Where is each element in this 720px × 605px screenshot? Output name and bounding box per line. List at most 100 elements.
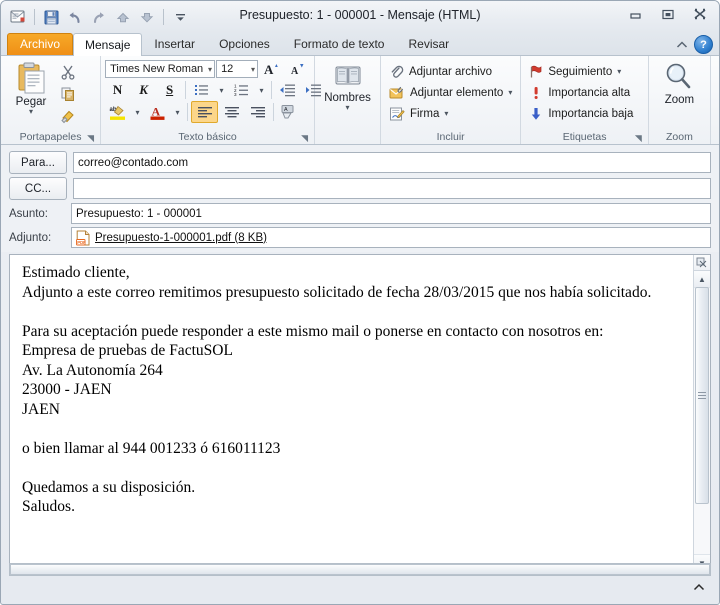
collapse-ribbon-icon[interactable] bbox=[675, 39, 689, 51]
bold-button[interactable]: N bbox=[105, 80, 130, 100]
ribbon-tabs: Archivo Mensaje Insertar Opciones Format… bbox=[1, 33, 719, 56]
attach-file-item[interactable]: Adjuntar archivo bbox=[385, 61, 496, 82]
split-window-handle[interactable] bbox=[694, 255, 710, 271]
low-importance-icon bbox=[529, 106, 543, 121]
signature-item[interactable]: Firma ▾ bbox=[385, 103, 452, 124]
font-name-value: Times New Roman bbox=[110, 63, 204, 75]
cut-icon[interactable] bbox=[57, 61, 79, 82]
attachment-row: Adjunto: PDF Presupuesto-1-000001.pdf (8… bbox=[9, 227, 711, 248]
grow-font-icon[interactable]: A bbox=[259, 59, 284, 79]
signature-caret-icon[interactable]: ▾ bbox=[444, 110, 448, 118]
etiquetas-dialog-launcher[interactable]: ◥ bbox=[634, 134, 643, 143]
align-right-button[interactable] bbox=[245, 102, 270, 122]
highlight-color-icon[interactable]: ab bbox=[105, 102, 130, 122]
minimize-button[interactable] bbox=[621, 4, 651, 24]
qat-separator-1 bbox=[34, 9, 35, 25]
subject-field[interactable]: Presupuesto: 1 - 000001 bbox=[71, 203, 711, 224]
group-label-nombres: Nombres bbox=[319, 130, 376, 144]
align-left-button[interactable] bbox=[191, 101, 219, 123]
high-importance-item[interactable]: Importancia alta bbox=[525, 82, 634, 103]
shrink-font-icon[interactable]: A bbox=[285, 59, 310, 79]
svg-text:A: A bbox=[264, 62, 274, 77]
previous-item-icon[interactable] bbox=[112, 7, 134, 27]
align-center-button[interactable] bbox=[219, 102, 244, 122]
app-menu-icon[interactable] bbox=[7, 7, 29, 27]
message-body-area[interactable]: Estimado cliente, Adjunto a este correo … bbox=[9, 254, 711, 572]
group-label-zoom: Zoom bbox=[653, 130, 706, 144]
tab-formato-de-texto[interactable]: Formato de texto bbox=[282, 33, 397, 55]
paste-button[interactable]: Pegar ▾ bbox=[5, 59, 57, 116]
texto-basico-dialog-launcher[interactable]: ◥ bbox=[300, 134, 309, 143]
save-icon[interactable] bbox=[40, 7, 62, 27]
to-button[interactable]: Para... bbox=[9, 151, 67, 174]
undo-icon[interactable] bbox=[64, 7, 86, 27]
cc-button[interactable]: CC... bbox=[9, 177, 67, 200]
font-size-caret-icon[interactable]: ▾ bbox=[248, 65, 255, 74]
customize-qat-icon[interactable] bbox=[169, 7, 191, 27]
portapapeles-dialog-launcher[interactable]: ◥ bbox=[86, 134, 95, 143]
ribbon-group-etiquetas: Seguimiento ▾ Importancia alta Importanc… bbox=[521, 56, 649, 144]
font-size-combo[interactable]: 12 ▾ bbox=[216, 60, 259, 78]
tab-revisar[interactable]: Revisar bbox=[396, 33, 461, 55]
to-field[interactable]: correo@contado.com bbox=[73, 152, 711, 173]
tab-archivo[interactable]: Archivo bbox=[7, 33, 74, 55]
tab-mensaje[interactable]: Mensaje bbox=[73, 33, 143, 56]
expand-up-chevron-icon[interactable] bbox=[693, 583, 705, 592]
follow-up-item[interactable]: Seguimiento ▾ bbox=[525, 61, 625, 82]
high-importance-icon bbox=[529, 85, 543, 100]
svg-text:3: 3 bbox=[234, 92, 237, 97]
names-caret-icon[interactable]: ▾ bbox=[346, 104, 350, 112]
font-name-caret-icon[interactable]: ▾ bbox=[205, 65, 212, 74]
scroll-up-arrow[interactable]: ▲ bbox=[694, 271, 710, 288]
underline-button[interactable]: S bbox=[157, 80, 182, 100]
attachment-field[interactable]: PDF Presupuesto-1-000001.pdf (8 KB) bbox=[71, 227, 711, 248]
cc-field[interactable] bbox=[73, 178, 711, 199]
format-painter-icon[interactable] bbox=[57, 105, 79, 126]
ribbon-group-zoom: Zoom Zoom bbox=[649, 56, 711, 144]
follow-up-caret-icon[interactable]: ▾ bbox=[617, 68, 621, 76]
vertical-scroll-thumb[interactable] bbox=[695, 287, 709, 504]
attachment-file-name[interactable]: Presupuesto-1-000001.pdf (8 KB) bbox=[95, 232, 267, 244]
svg-text:A: A bbox=[291, 66, 299, 77]
italic-button[interactable]: K bbox=[131, 80, 156, 100]
attach-item-caret-icon[interactable]: ▾ bbox=[508, 89, 512, 97]
group-label-incluir-text: Incluir bbox=[436, 131, 465, 143]
clear-formatting-icon[interactable]: A bbox=[277, 102, 302, 122]
italic-label: K bbox=[139, 82, 148, 97]
body-horizontal-scrollbar[interactable] bbox=[9, 563, 711, 576]
bullets-icon[interactable] bbox=[189, 80, 214, 100]
zoom-button[interactable]: Zoom bbox=[653, 59, 705, 106]
font-size-value: 12 bbox=[221, 63, 234, 75]
signature-label: Firma bbox=[409, 107, 440, 120]
bullets-caret-icon[interactable]: ▾ bbox=[215, 80, 228, 100]
copy-icon[interactable] bbox=[57, 83, 79, 104]
body-vertical-scrollbar[interactable]: ▲ ▼ bbox=[693, 255, 710, 571]
low-importance-item[interactable]: Importancia baja bbox=[525, 103, 637, 124]
subject-row: Asunto: Presupuesto: 1 - 000001 bbox=[9, 203, 711, 224]
window-controls bbox=[621, 4, 715, 24]
group-label-texto-basico-text: Texto básico bbox=[178, 131, 237, 143]
numbering-caret-icon[interactable]: ▾ bbox=[255, 80, 268, 100]
font-row: Times New Roman ▾ 12 ▾ A A bbox=[105, 59, 310, 79]
tab-opciones[interactable]: Opciones bbox=[207, 33, 282, 55]
numbering-icon[interactable]: 1 2 3 bbox=[229, 80, 254, 100]
highlight-caret-icon[interactable]: ▾ bbox=[131, 102, 144, 122]
next-item-icon[interactable] bbox=[136, 7, 158, 27]
message-header-fields: Para... correo@contado.com CC... Asunto:… bbox=[1, 145, 719, 252]
paste-caret-icon[interactable]: ▾ bbox=[29, 108, 33, 116]
tab-insertar[interactable]: Insertar bbox=[142, 33, 207, 55]
horizontal-scroll-thumb[interactable] bbox=[10, 564, 710, 575]
attach-item-item[interactable]: Adjuntar elemento ▾ bbox=[385, 82, 516, 103]
quick-access-toolbar bbox=[7, 7, 191, 27]
message-body-text[interactable]: Estimado cliente, Adjunto a este correo … bbox=[10, 255, 710, 517]
help-button[interactable]: ? bbox=[694, 35, 713, 54]
close-button[interactable] bbox=[685, 4, 715, 24]
names-button[interactable]: Nombres ▾ bbox=[321, 59, 375, 112]
qat-separator-2 bbox=[163, 9, 164, 25]
font-color-icon[interactable]: A bbox=[145, 102, 170, 122]
restore-button[interactable] bbox=[653, 4, 683, 24]
font-color-caret-icon[interactable]: ▾ bbox=[171, 102, 184, 122]
decrease-indent-icon[interactable] bbox=[275, 80, 300, 100]
font-name-combo[interactable]: Times New Roman ▾ bbox=[105, 60, 216, 78]
redo-icon[interactable] bbox=[88, 7, 110, 27]
